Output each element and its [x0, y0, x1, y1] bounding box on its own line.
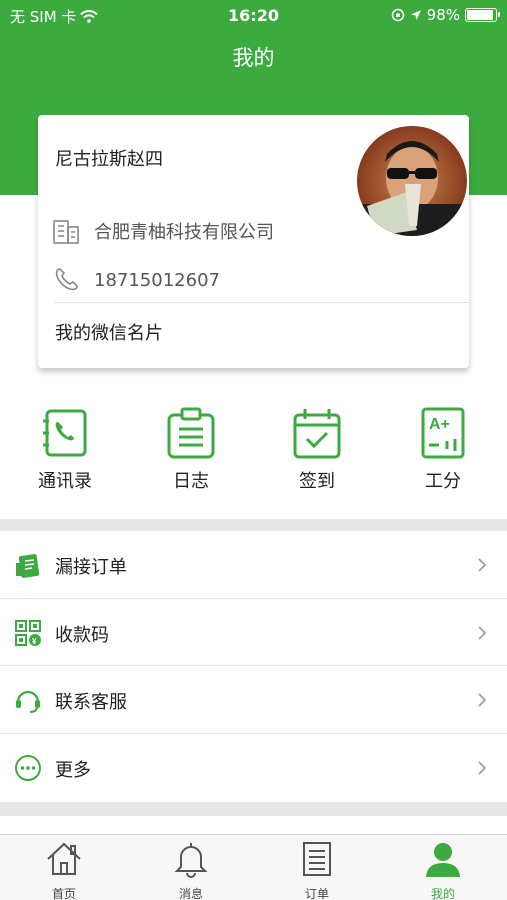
battery-icon	[465, 8, 500, 22]
tab-label: 首页	[51, 887, 76, 900]
home-icon	[47, 842, 81, 875]
tab-label: 我的	[430, 887, 455, 900]
quick-action-label: 日志	[173, 471, 209, 492]
status-bar: 无 SIM 卡 16:20 98%	[0, 0, 507, 30]
page-title: 我的	[232, 46, 275, 70]
quick-action-checkin[interactable]: 签到	[267, 405, 367, 493]
menu-item-label: 漏接订单	[55, 557, 127, 578]
phone-row[interactable]: 18715012607	[52, 266, 220, 294]
svg-text:A+: A+	[429, 416, 450, 433]
chevron-right-icon	[478, 760, 487, 775]
quick-action-label: 工分	[425, 471, 461, 492]
profile-name: 尼古拉斯赵四	[55, 149, 163, 170]
phone-icon	[55, 268, 78, 291]
svg-text:¥: ¥	[32, 637, 37, 646]
menu-item-more[interactable]: 更多	[0, 734, 507, 802]
quick-action-label: 签到	[299, 471, 335, 492]
battery-percent: 98%	[426, 6, 460, 24]
section-divider	[0, 519, 507, 531]
qr-code-icon: ¥	[15, 619, 41, 646]
menu-item-payment-code[interactable]: ¥ 收款码	[0, 599, 507, 666]
menu-item-label: 更多	[55, 759, 91, 781]
menu-item-missed-orders[interactable]: 漏接订单	[0, 531, 507, 599]
menu-item-label: 联系客服	[55, 692, 127, 713]
profile-card[interactable]: 尼古拉斯赵四 合肥青柚科技有限公司 18715012607 我的微信名片	[38, 115, 469, 368]
missed-order-icon	[16, 554, 40, 578]
tab-messages[interactable]: 消息	[141, 839, 241, 900]
tab-label: 订单	[304, 887, 329, 900]
menu-item-customer-service[interactable]: 联系客服	[0, 666, 507, 734]
phone-number: 18715012607	[94, 269, 220, 291]
quick-action-contacts[interactable]: 通讯录	[15, 405, 115, 493]
more-icon	[15, 754, 41, 781]
section-divider	[0, 802, 507, 816]
menu-list: 漏接订单 ¥ 收款码 联系客服 更多	[0, 531, 507, 801]
user-icon	[426, 843, 460, 877]
company-row: 合肥青柚科技有限公司	[52, 217, 274, 245]
building-icon	[53, 220, 79, 244]
log-icon	[167, 407, 215, 459]
tab-orders[interactable]: 订单	[267, 839, 367, 900]
tab-bar: 首页 消息 订单 我的	[0, 834, 507, 900]
quick-action-label: 通讯录	[38, 471, 92, 492]
bell-icon	[174, 843, 208, 878]
tab-me[interactable]: 我的	[393, 839, 493, 900]
company-name: 合肥青柚科技有限公司	[94, 222, 274, 243]
quick-action-log[interactable]: 日志	[141, 405, 241, 493]
order-icon	[303, 842, 331, 876]
chevron-right-icon	[478, 693, 487, 707]
chevron-right-icon	[478, 625, 487, 640]
tab-home[interactable]: 首页	[14, 839, 114, 900]
chevron-right-icon	[478, 558, 487, 572]
rotation-lock-icon	[391, 8, 404, 22]
score-icon: A+	[421, 407, 465, 459]
card-divider	[54, 302, 469, 303]
wechat-card-link[interactable]: 我的微信名片	[55, 319, 163, 345]
headset-icon	[16, 690, 40, 713]
contacts-icon	[43, 409, 87, 457]
avatar[interactable]	[357, 126, 467, 236]
tab-label: 消息	[178, 887, 203, 900]
checkin-icon	[293, 409, 341, 459]
menu-item-label: 收款码	[55, 624, 109, 646]
quick-actions: 通讯录 日志 签到 A+ 工分	[0, 405, 507, 505]
location-icon	[410, 10, 421, 20]
quick-action-score[interactable]: A+ 工分	[393, 405, 493, 493]
